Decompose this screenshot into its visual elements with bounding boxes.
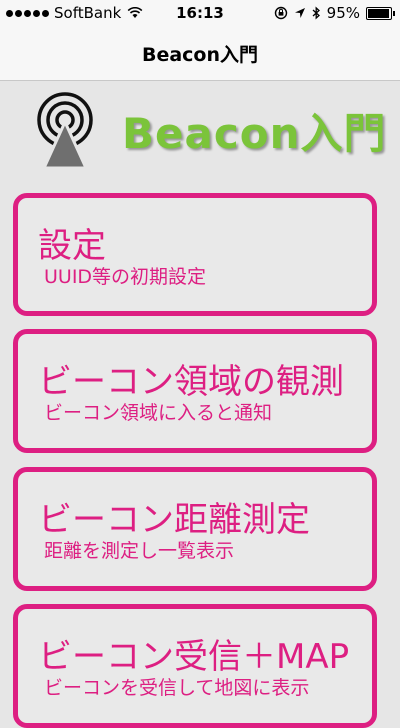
menu-item-settings[interactable]: 設定 UUID等の初期設定 (13, 193, 377, 316)
menu-item-distance-measurement[interactable]: ビーコン距離測定 距離を測定し一覧表示 (13, 467, 377, 591)
menu-item-subtitle: 距離を測定し一覧表示 (44, 540, 235, 562)
rotation-lock-icon (274, 6, 287, 20)
menu-item-title: ビーコン領域の観測 (38, 362, 344, 402)
menu-item-title: ビーコン受信＋MAP (38, 637, 350, 677)
location-arrow-icon (294, 8, 305, 18)
battery-percent: 95% (326, 4, 360, 22)
status-right-group: 95% (274, 4, 395, 22)
status-bar: SoftBank 16:13 95% (0, 0, 400, 26)
nav-title: Beacon入門 (141, 43, 259, 66)
menu-item-subtitle: ビーコン領域に入ると通知 (44, 402, 273, 424)
bluetooth-icon (312, 6, 320, 20)
menu-item-subtitle: ビーコンを受信して地図に表示 (44, 677, 310, 699)
brand-logo-text: Beacon入門 (122, 109, 387, 158)
battery-icon (366, 6, 395, 20)
battery-fill (368, 8, 389, 18)
menu-item-subtitle: UUID等の初期設定 (44, 266, 207, 288)
navigation-bar: Beacon入門 (0, 26, 400, 81)
menu-item-title: ビーコン距離測定 (38, 500, 310, 540)
menu-item-region-monitoring[interactable]: ビーコン領域の観測 ビーコン領域に入ると通知 (13, 329, 377, 453)
menu-item-title: 設定 (38, 226, 106, 266)
menu-item-receive-map[interactable]: ビーコン受信＋MAP ビーコンを受信して地図に表示 (13, 604, 377, 728)
beacon-antenna-icon (37, 92, 93, 170)
